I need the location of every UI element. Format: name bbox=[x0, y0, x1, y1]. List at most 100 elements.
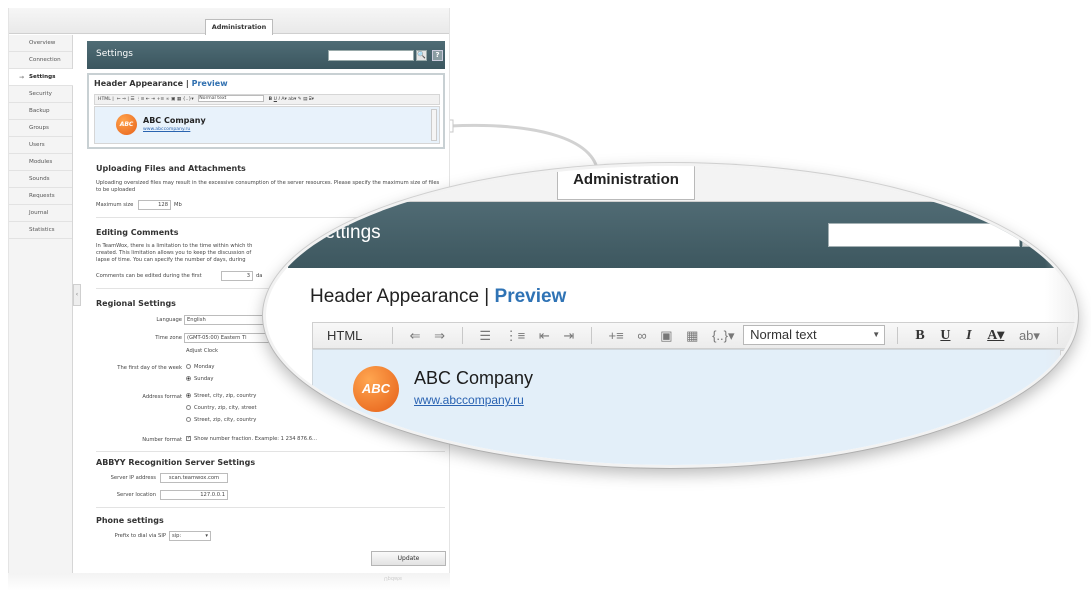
text-style-select[interactable]: Normal text bbox=[198, 95, 265, 102]
html-button[interactable]: HTML bbox=[98, 97, 111, 102]
redo-icon[interactable]: ⇒ bbox=[122, 97, 126, 102]
font-color-icon[interactable]: A▾ bbox=[281, 97, 286, 102]
code-icon[interactable]: {..}▾ bbox=[183, 97, 194, 102]
zoom-tab-administration[interactable]: Administration bbox=[557, 166, 695, 200]
image-icon[interactable]: ▣ bbox=[171, 97, 175, 102]
radio-address-3[interactable]: Street, zip, city, country bbox=[186, 417, 256, 423]
highlight-icon[interactable]: ab▾ bbox=[288, 97, 296, 102]
zoom-html-button[interactable]: HTML bbox=[327, 323, 362, 348]
zoom-image-icon[interactable]: ▣ bbox=[660, 323, 672, 348]
abbyy-title: ABBYY Recognition Server Settings bbox=[96, 458, 256, 467]
top-tab-bar: Administration bbox=[9, 8, 449, 35]
sidebar-item-journal[interactable]: Journal bbox=[9, 205, 72, 222]
indent-icon[interactable]: ⇥ bbox=[151, 97, 155, 102]
max-size-input[interactable]: 128 bbox=[138, 200, 171, 210]
page-title: Settings bbox=[96, 49, 133, 59]
paste-icon[interactable]: ▤ bbox=[303, 97, 307, 102]
sidebar-item-connection[interactable]: Connection bbox=[9, 52, 72, 69]
italic-button[interactable]: I bbox=[279, 97, 280, 102]
sidebar-item-sounds[interactable]: Sounds bbox=[9, 171, 72, 188]
radio-label: Street, city, zip, country bbox=[194, 393, 257, 399]
zoom-italic-button[interactable]: I bbox=[966, 323, 971, 348]
zoom-table-icon[interactable]: ▦ bbox=[686, 323, 698, 348]
zoom-indent-icon[interactable]: ⇥ bbox=[563, 323, 574, 348]
zoom-text-style-select[interactable]: Normal text ▼ bbox=[743, 325, 886, 345]
editing-line-3: lapse of time. You can specify the numbe… bbox=[96, 257, 246, 263]
sidebar-item-users[interactable]: Users bbox=[9, 137, 72, 154]
editing-line-1: In TeamWox, there is a limitation to the… bbox=[96, 243, 253, 249]
sidebar-item-requests[interactable]: Requests bbox=[9, 188, 72, 205]
bullet-list-icon[interactable]: ☰ bbox=[130, 97, 134, 102]
company-url-link[interactable]: www.abccompany.ru bbox=[143, 127, 190, 132]
preview-link[interactable]: Preview bbox=[192, 79, 228, 88]
radio-icon bbox=[186, 405, 191, 410]
zoom-redo-icon[interactable]: ⇒ bbox=[434, 323, 445, 348]
zoom-company-url-link[interactable]: www.abccompany.ru bbox=[414, 393, 524, 407]
bold-button[interactable]: B bbox=[269, 97, 273, 102]
sidebar-item-statistics[interactable]: Statistics bbox=[9, 222, 72, 239]
more-icon[interactable]: ⌸▾ bbox=[309, 97, 314, 102]
timezone-label: Time zone bbox=[155, 335, 182, 341]
zoom-highlight-icon[interactable]: ab▾ bbox=[1019, 323, 1040, 348]
numbered-list-icon[interactable]: ⋮≡ bbox=[136, 97, 144, 102]
sidebar-item-settings[interactable]: → Settings bbox=[9, 69, 73, 86]
zoom-insert-rule-icon[interactable]: +≡ bbox=[609, 323, 624, 348]
help-icon[interactable]: ? bbox=[432, 50, 443, 61]
format-painter-icon[interactable]: ✎ bbox=[298, 97, 302, 102]
server-ip-input[interactable]: scan.teamwox.com bbox=[160, 473, 228, 483]
sidebar-item-groups[interactable]: Groups bbox=[9, 120, 72, 137]
divider bbox=[96, 507, 445, 508]
toolbar-divider bbox=[461, 327, 463, 344]
undo-icon[interactable]: ⇐ bbox=[117, 97, 121, 102]
settings-header: Settings 🔍 ? bbox=[87, 41, 445, 69]
server-location-input[interactable]: 127.0.0.1 bbox=[160, 490, 228, 500]
select-value: Normal text bbox=[750, 327, 817, 342]
zoom-header-editor-area[interactable]: ABC ABC Company www.abccompany.ru ▲ bbox=[312, 349, 1075, 465]
radio-address-1[interactable]: Street, city, zip, country bbox=[186, 393, 256, 399]
zoom-search-input[interactable] bbox=[828, 223, 1020, 247]
zoom-search-icon[interactable]: 🔍 bbox=[1022, 223, 1046, 247]
checkbox-checked-icon: ✓ bbox=[186, 435, 192, 441]
outdent-icon[interactable]: ⇤ bbox=[146, 97, 150, 102]
radio-sunday[interactable]: Sunday bbox=[186, 376, 213, 382]
zoom-bullet-list-icon[interactable]: ☰ bbox=[479, 323, 491, 348]
sip-prefix-label: Prefix to dial via SIP bbox=[114, 533, 166, 539]
sidebar-item-modules[interactable]: Modules bbox=[9, 154, 72, 171]
sidebar-item-security[interactable]: Security bbox=[9, 86, 72, 103]
zoom-code-icon[interactable]: {..}▾ bbox=[712, 323, 734, 348]
link-icon[interactable]: ∞ bbox=[166, 97, 170, 102]
zoom-link-icon[interactable]: ∞ bbox=[637, 323, 646, 348]
search-input[interactable] bbox=[328, 50, 414, 61]
company-name: ABC Company bbox=[143, 116, 206, 125]
table-icon[interactable]: ▦ bbox=[177, 97, 181, 102]
zoom-numbered-list-icon[interactable]: ⋮≡ bbox=[505, 323, 526, 348]
zoom-font-color-icon[interactable]: A▾ bbox=[987, 323, 1004, 348]
sidebar-item-label: Settings bbox=[29, 74, 56, 80]
address-format-label: Address format bbox=[142, 394, 182, 400]
sidebar-item-backup[interactable]: Backup bbox=[9, 103, 72, 120]
sidebar-collapse-handle[interactable]: ‹ bbox=[73, 284, 81, 306]
edit-period-input[interactable]: 3 bbox=[221, 271, 253, 281]
radio-monday[interactable]: Monday bbox=[186, 364, 214, 370]
radio-label: Sunday bbox=[194, 376, 214, 382]
first-day-label: The first day of the week bbox=[117, 365, 182, 371]
adjust-clock-label: Adjust Clock bbox=[186, 348, 218, 354]
insert-rule-icon[interactable]: +≡ bbox=[157, 97, 165, 102]
editing-line-2: created. This limitation allows you to k… bbox=[96, 250, 252, 256]
radio-address-2[interactable]: Country, zip, city, street bbox=[186, 405, 257, 411]
tab-administration[interactable]: Administration bbox=[205, 19, 273, 35]
editor-scrollbar[interactable] bbox=[431, 109, 437, 141]
search-icon[interactable]: 🔍 bbox=[416, 50, 427, 61]
radio-icon bbox=[186, 417, 191, 422]
zoom-underline-button[interactable]: U bbox=[940, 323, 950, 348]
radio-icon bbox=[186, 364, 191, 369]
zoom-outdent-icon[interactable]: ⇤ bbox=[539, 323, 550, 348]
sidebar-item-overview[interactable]: Overview bbox=[9, 35, 72, 52]
zoom-undo-icon[interactable]: ⇐ bbox=[410, 323, 421, 348]
zoom-bold-button[interactable]: B bbox=[915, 323, 924, 348]
update-button[interactable]: Update bbox=[371, 551, 446, 566]
underline-button[interactable]: U bbox=[274, 97, 277, 102]
header-editor-area[interactable]: ABC ABC Company www.abccompany.ru bbox=[94, 106, 440, 144]
zoom-preview-link[interactable]: Preview bbox=[495, 286, 567, 307]
sip-prefix-select[interactable]: sip: ▾ bbox=[169, 531, 211, 541]
